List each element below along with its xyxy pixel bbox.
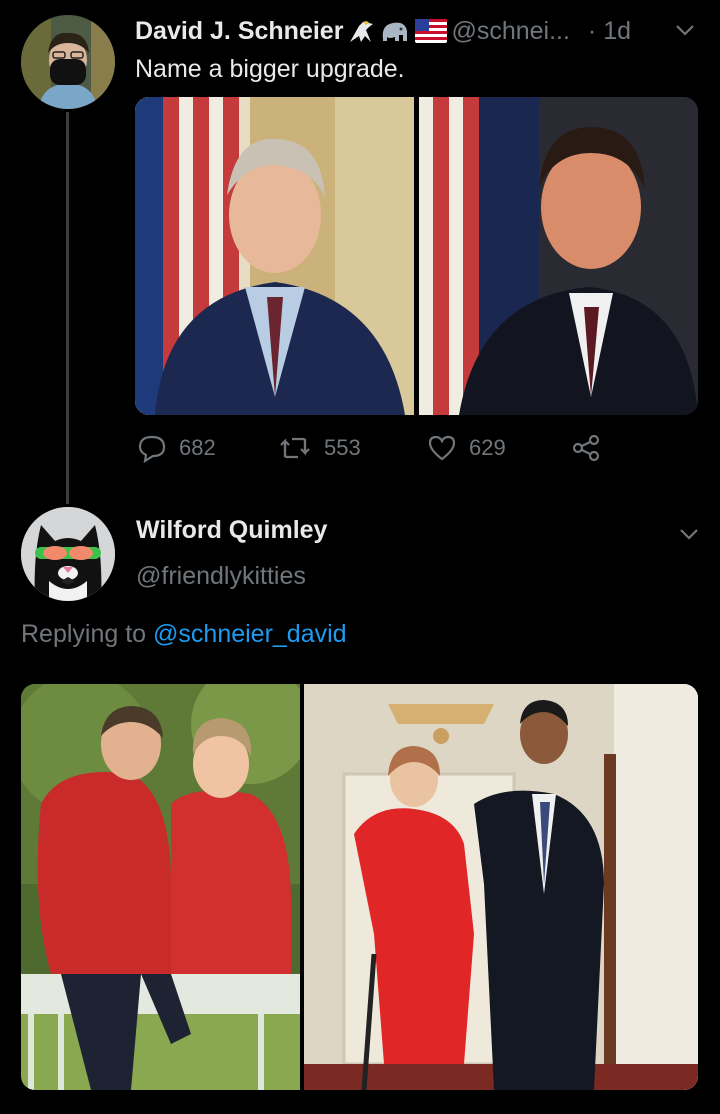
media-image-right[interactable] [304,684,698,1090]
reply-icon [138,435,166,463]
replying-to: Replying to @schneier_david [21,620,347,649]
tweet1-media[interactable] [135,97,698,415]
like-count: 629 [469,435,506,460]
retweet-count: 553 [324,435,361,460]
retweet-icon [280,437,310,459]
tweet1-header: David J. Schneier @schnei... · 1d [135,14,631,48]
thread-line [66,112,69,504]
chevron-down-icon[interactable] [674,22,696,38]
chevron-down-icon[interactable] [678,526,700,542]
eagle-icon [350,21,374,42]
avatar-david[interactable] [21,15,115,109]
author-name[interactable]: David J. Schneier [135,17,343,46]
cat-avatar-icon [21,507,115,601]
author-handle[interactable]: @schnei... [451,17,569,46]
author-handle[interactable]: @friendlykitties [136,562,306,591]
tweet-text: Name a bigger upgrade. [135,55,405,83]
reply-count: 682 [179,435,216,460]
replying-mention-link[interactable]: @schneier_david [153,620,347,648]
avatar-wilford[interactable] [21,507,115,601]
retweet-button[interactable]: 553 [278,433,361,463]
media-image-left[interactable] [135,97,414,415]
share-button[interactable] [571,433,601,463]
like-button[interactable]: 629 [427,433,506,463]
elephant-icon [383,22,408,41]
media-image-right[interactable] [419,97,698,415]
media-image-left[interactable] [21,684,300,1090]
author-name[interactable]: Wilford Quimley [136,516,327,545]
replying-prefix: Replying to [21,620,147,648]
tweet1-actions: 682 553 629 [135,433,615,469]
heart-icon [428,435,456,461]
share-icon [572,434,600,462]
avatar-photo [21,15,115,109]
tweet-time[interactable]: · 1d [588,17,631,46]
reply-button[interactable]: 682 [137,433,216,463]
tweet2-media[interactable] [21,684,698,1090]
us-flag-icon [415,19,448,43]
